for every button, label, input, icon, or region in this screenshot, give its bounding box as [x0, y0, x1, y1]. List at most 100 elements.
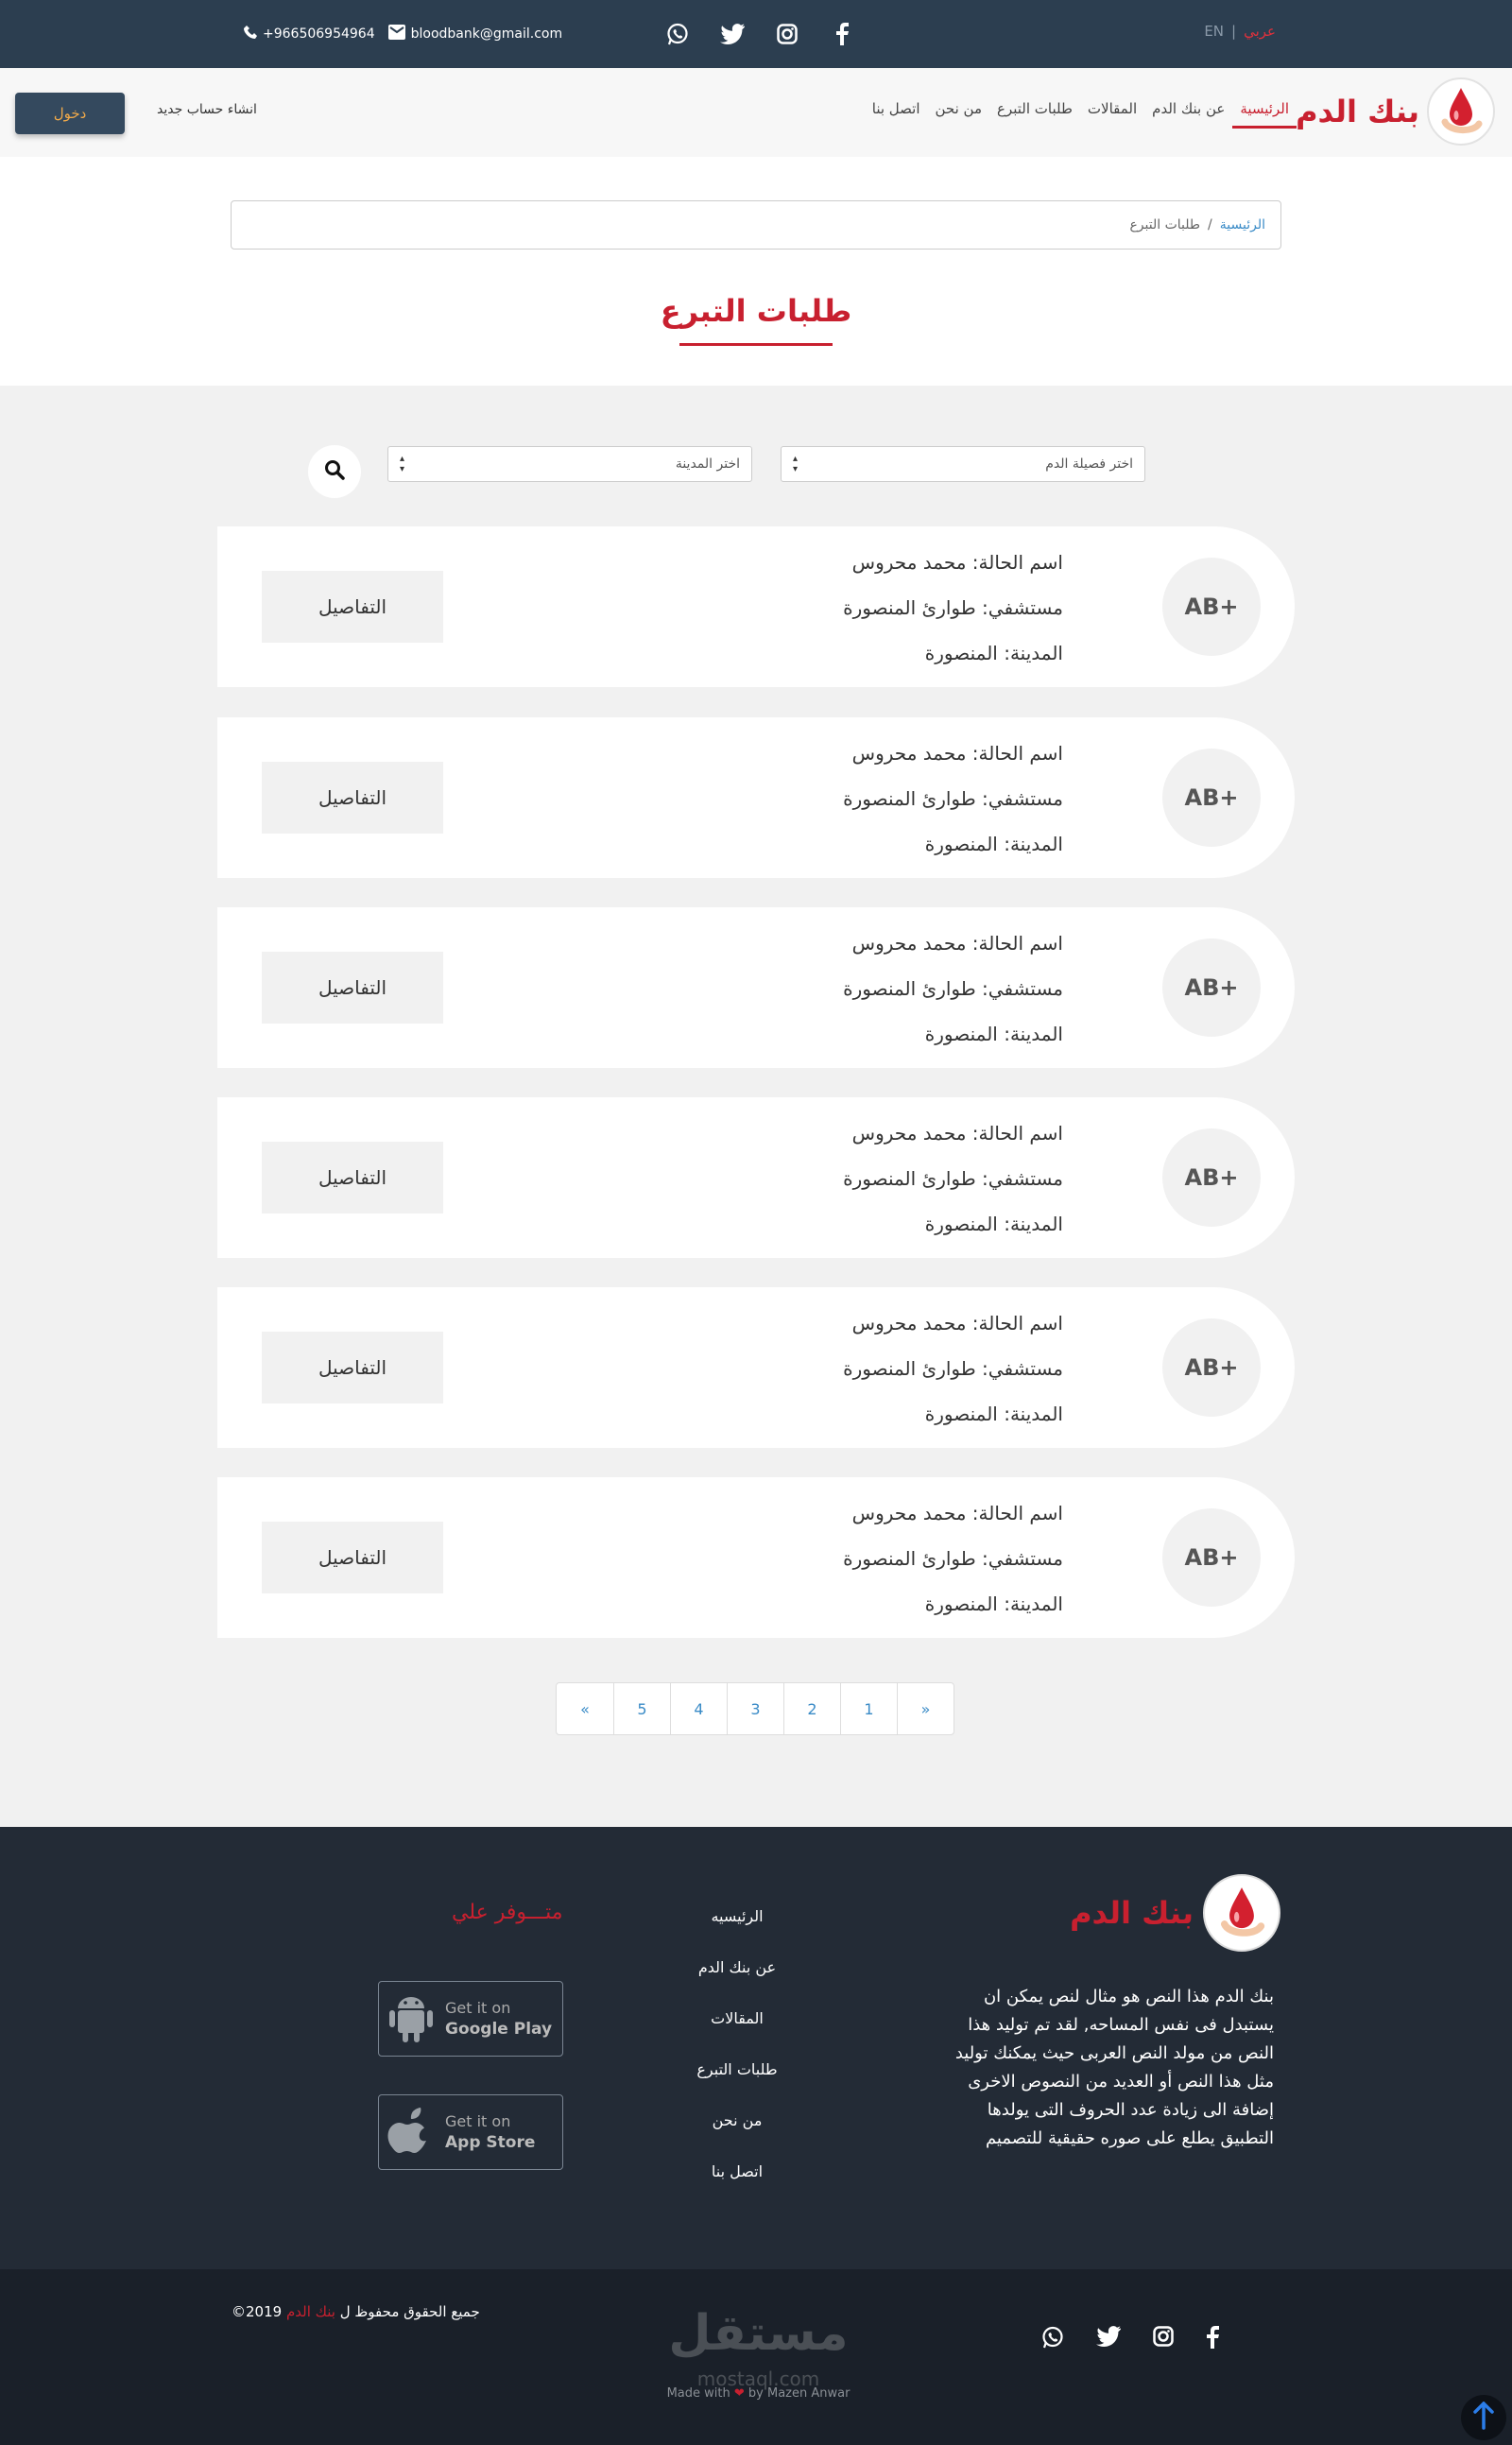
nav-item-home[interactable]: الرئيسية [1232, 100, 1297, 129]
hospital-name: مستشفي: طوارئ المنصورة [843, 596, 1063, 619]
title-underline [679, 343, 833, 346]
twitter-icon[interactable] [719, 21, 746, 47]
details-button[interactable]: التفاصيل [262, 1142, 443, 1214]
footer-link-who-we-are[interactable]: من نحن [652, 2107, 822, 2158]
search-icon [324, 459, 345, 484]
pagination-next[interactable]: « [557, 1683, 613, 1734]
site-logo[interactable]: بنك الدم [1296, 77, 1495, 146]
patient-name: اسم الحالة: محمد محروس [851, 1502, 1063, 1524]
app-store-big: App Store [445, 2133, 536, 2152]
app-store-badge[interactable]: Get it on App Store [378, 2094, 563, 2170]
hospital-name: مستشفي: طوارئ المنصورة [843, 1547, 1063, 1570]
phone-contact[interactable]: +966506954964 [244, 25, 375, 43]
bottom-bar: جميع الحقوق محفوظ ل بنك الدم 2019© مستقل… [0, 2269, 1512, 2445]
footer: بنك الدم بنك الدم هذا النص هو مثال لنص ي… [0, 1827, 1512, 2269]
pagination-page-2[interactable]: 2 [783, 1683, 840, 1734]
search-button[interactable] [308, 445, 361, 498]
request-card: AB+ اسم الحالة: محمد محروس مستشفي: طوارئ… [217, 1097, 1295, 1258]
available-on-heading: متـــوفر علي [452, 1901, 563, 1924]
city-placeholder: اختر المدينة [675, 456, 740, 472]
nav-item-contact[interactable]: اتصل بنا [865, 100, 928, 129]
phone-icon [244, 25, 257, 43]
pagination-page-4[interactable]: 4 [670, 1683, 727, 1734]
top-bar: EN | عربي +966506954964 bloodbank@gmail.co… [0, 0, 1512, 68]
nav-item-donation-requests[interactable]: طلبات التبرع [989, 100, 1080, 129]
blood-type-select[interactable]: اختر فصيلة الدم ▴ ▾ [781, 446, 1145, 482]
twitter-icon[interactable] [1096, 2326, 1121, 2352]
google-play-badge[interactable]: Get it on Google Play [378, 1981, 563, 2057]
scroll-to-top-button[interactable] [1461, 2395, 1506, 2440]
hospital-name: مستشفي: طوارئ المنصورة [843, 1357, 1063, 1380]
nav-item-who-we-are[interactable]: من نحن [928, 100, 990, 129]
details-button[interactable]: التفاصيل [262, 952, 443, 1024]
footer-logo[interactable]: بنك الدم [1070, 1874, 1280, 1952]
request-info: اسم الحالة: محمد محروس مستشفي: طوارئ الم… [843, 1490, 1063, 1627]
patient-name: اسم الحالة: محمد محروس [851, 1122, 1063, 1145]
top-social-links [657, 21, 855, 47]
blood-type-badge: AB+ [1162, 1318, 1261, 1417]
blood-type-badge: AB+ [1162, 558, 1261, 656]
nav-item-about[interactable]: عن بنك الدم [1144, 100, 1232, 129]
footer-link-donation-requests[interactable]: طلبات التبرع [652, 2056, 822, 2107]
watermark-logo: مستقل [668, 2305, 849, 2362]
breadcrumb-separator: / [1208, 217, 1212, 232]
nav-menu: الرئيسية عن بنك الدم المقالات طلبات التب… [865, 100, 1297, 129]
email-contact[interactable]: bloodbank@gmail.com [387, 25, 563, 43]
details-button[interactable]: التفاصيل [262, 1522, 443, 1593]
facebook-icon[interactable] [829, 21, 855, 47]
whatsapp-icon[interactable] [664, 21, 691, 47]
pagination-page-1[interactable]: 1 [840, 1683, 897, 1734]
city-name: المدينة: المنصورة [924, 1213, 1063, 1235]
city-select[interactable]: اختر المدينة ▴ ▾ [387, 446, 752, 482]
details-button[interactable]: التفاصيل [262, 571, 443, 643]
whatsapp-icon[interactable] [1041, 2326, 1064, 2352]
hospital-name: مستشفي: طوارئ المنصورة [843, 1167, 1063, 1190]
blood-type-badge: AB+ [1162, 1508, 1261, 1607]
google-play-big: Google Play [445, 2020, 553, 2039]
breadcrumb: الرئيسية / طلبات التبرع [231, 200, 1281, 250]
footer-link-home[interactable]: الرئيسيه [652, 1903, 822, 1954]
details-button[interactable]: التفاصيل [262, 762, 443, 834]
blood-type-placeholder: اختر فصيلة الدم [1045, 456, 1133, 472]
request-card: AB+ اسم الحالة: محمد محروس مستشفي: طوارئ… [217, 1477, 1295, 1638]
request-card: AB+ اسم الحالة: محمد محروس مستشفي: طوارئ… [217, 907, 1295, 1068]
patient-name: اسم الحالة: محمد محروس [851, 1312, 1063, 1334]
select-arrows-icon: ▴ ▾ [793, 454, 799, 474]
pagination-page-5[interactable]: 5 [613, 1683, 670, 1734]
request-info: اسم الحالة: محمد محروس مستشفي: طوارئ الم… [843, 731, 1063, 867]
city-name: المدينة: المنصورة [924, 1023, 1063, 1045]
select-arrows-icon: ▴ ▾ [400, 454, 405, 474]
lang-ar-link[interactable]: عربي [1244, 23, 1276, 40]
footer-link-about[interactable]: عن بنك الدم [652, 1954, 822, 2005]
request-card: AB+ اسم الحالة: محمد محروس مستشفي: طوارئ… [217, 1287, 1295, 1448]
footer-link-articles[interactable]: المقالات [652, 2005, 822, 2056]
email-address: bloodbank@gmail.com [410, 26, 563, 42]
details-button[interactable]: التفاصيل [262, 1332, 443, 1403]
copyright-prefix: جميع الحقوق محفوظ ل [339, 2303, 480, 2320]
made-by-text: by Mazen Anwar [747, 2386, 850, 2401]
patient-name: اسم الحالة: محمد محروس [851, 551, 1063, 574]
pagination-prev[interactable]: » [897, 1683, 954, 1734]
lang-en-link[interactable]: EN [1204, 23, 1224, 40]
city-name: المدينة: المنصورة [924, 642, 1063, 664]
signup-link[interactable]: انشاء حساب جديد [157, 102, 257, 117]
pagination-page-3[interactable]: 3 [727, 1683, 783, 1734]
hospital-name: مستشفي: طوارئ المنصورة [843, 787, 1063, 810]
footer-link-contact[interactable]: اتصل بنا [652, 2158, 822, 2209]
city-name: المدينة: المنصورة [924, 833, 1063, 855]
instagram-icon[interactable] [774, 21, 800, 47]
app-store-label: Get it on App Store [445, 2111, 535, 2153]
made-with-credit: Made with ❤ by Mazen Anwar [657, 2386, 860, 2401]
copyright-brand: بنك الدم [285, 2303, 335, 2320]
heart-icon: ❤ [733, 2386, 745, 2401]
facebook-icon[interactable] [1206, 2326, 1219, 2352]
arrow-up-icon [1473, 2401, 1494, 2434]
pagination: » 1 2 3 4 5 « [556, 1682, 954, 1735]
instagram-icon[interactable] [1153, 2326, 1174, 2352]
nav-item-articles[interactable]: المقالات [1080, 100, 1144, 129]
breadcrumb-home[interactable]: الرئيسية [1220, 217, 1265, 232]
login-button[interactable]: دخول [15, 93, 125, 134]
copyright: جميع الحقوق محفوظ ل بنك الدم 2019© [232, 2303, 480, 2320]
blood-drop-icon [1203, 1874, 1280, 1952]
blood-type-badge: AB+ [1162, 938, 1261, 1037]
